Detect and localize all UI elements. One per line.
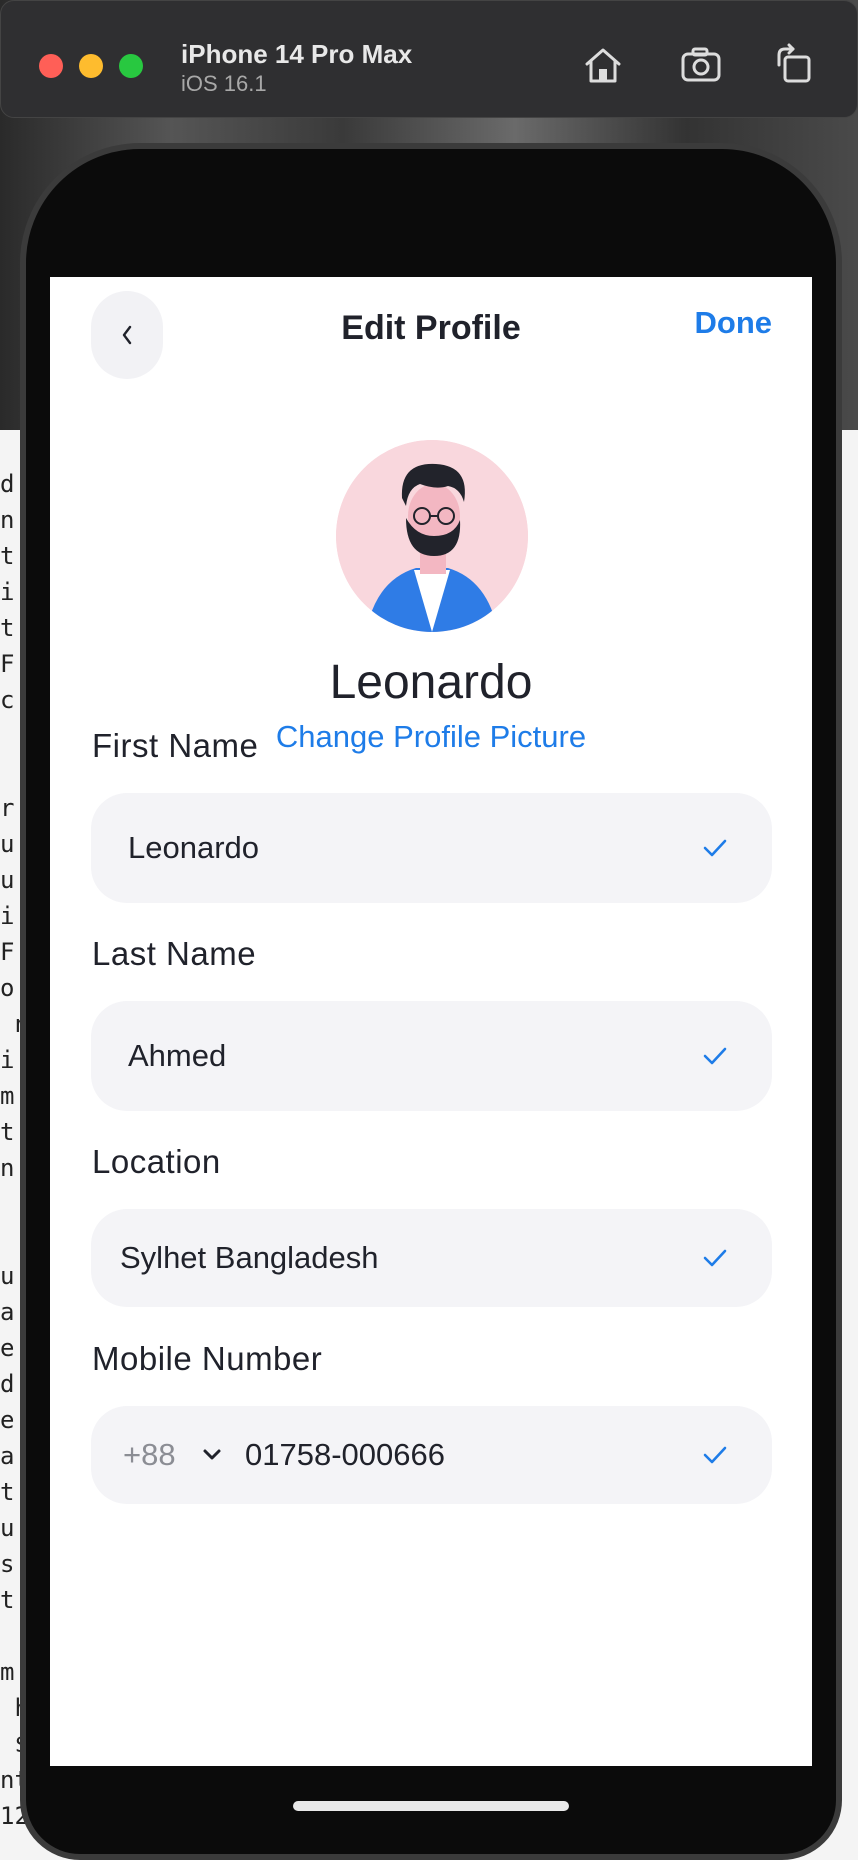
last-name-label: Last Name xyxy=(92,935,257,972)
device-name: iPhone 14 Pro Max xyxy=(181,39,413,69)
terminal-line: a xyxy=(0,1442,15,1470)
home-indicator xyxy=(293,1801,569,1811)
location-value: Sylhet Bangladesh xyxy=(120,1240,379,1275)
country-code-select[interactable]: +88 xyxy=(123,1437,176,1473)
mobile-number-label: Mobile Number xyxy=(92,1340,323,1377)
first-name-label: First Name xyxy=(92,727,259,764)
edit-profile-screen: Edit Profile Done Leonardo Change Profil… xyxy=(50,277,812,1766)
check-icon xyxy=(703,1047,727,1065)
minimize-window-button[interactable] xyxy=(79,54,103,78)
terminal-line: t xyxy=(0,1478,15,1506)
zoom-window-button[interactable] xyxy=(119,54,143,78)
terminal-line: u xyxy=(0,1262,15,1290)
chevron-down-icon[interactable] xyxy=(201,1448,223,1462)
terminal-line: s xyxy=(0,1550,15,1578)
check-icon xyxy=(703,839,727,857)
mobile-number-value: 01758-000666 xyxy=(245,1437,445,1472)
terminal-line: t xyxy=(0,542,15,570)
home-icon[interactable] xyxy=(581,43,625,87)
terminal-line: F xyxy=(0,650,15,678)
terminal-line: n xyxy=(0,1154,15,1182)
terminal-line: n xyxy=(0,506,15,534)
terminal-line: o xyxy=(0,974,15,1002)
terminal-line: i xyxy=(0,578,15,606)
terminal-line: t xyxy=(0,1586,15,1614)
terminal-line: i xyxy=(0,1046,15,1074)
rotate-icon[interactable] xyxy=(771,43,815,87)
last-name-field[interactable]: Ahmed xyxy=(91,1001,772,1111)
first-name-value: Leonardo xyxy=(128,830,260,865)
os-version: iOS 16.1 xyxy=(181,71,267,96)
terminal-line: m xyxy=(0,1082,15,1110)
close-window-button[interactable] xyxy=(39,54,63,78)
check-icon xyxy=(703,1446,727,1464)
terminal-line: i xyxy=(0,902,15,930)
first-name-field[interactable]: Leonardo xyxy=(91,793,772,903)
mobile-number-field[interactable]: +88 01758-000666 xyxy=(91,1406,772,1504)
terminal-line: c xyxy=(0,686,15,714)
avatar-illustration xyxy=(336,440,528,632)
terminal-line: F xyxy=(0,938,15,966)
screenshot-icon[interactable] xyxy=(679,43,723,87)
terminal-line: u xyxy=(0,866,15,894)
terminal-line: e xyxy=(0,1334,15,1362)
terminal-line: t xyxy=(0,1118,15,1146)
terminal-line: a xyxy=(0,1298,15,1326)
profile-name: Leonardo xyxy=(329,656,533,709)
terminal-line: e xyxy=(0,1406,15,1434)
location-field[interactable]: Sylhet Bangladesh xyxy=(91,1209,772,1307)
last-name-value: Ahmed xyxy=(128,1038,227,1073)
terminal-line: u xyxy=(0,830,15,858)
terminal-line: d xyxy=(0,1370,15,1398)
terminal-line: d xyxy=(0,470,15,498)
terminal-line: u xyxy=(0,1514,15,1542)
terminal-line: t xyxy=(0,614,15,642)
location-label: Location xyxy=(92,1143,221,1180)
terminal-line: m xyxy=(0,1658,15,1686)
check-icon xyxy=(703,1249,727,1267)
simulator-toolbar: iPhone 14 Pro Max iOS 16.1 xyxy=(0,0,858,118)
done-button[interactable]: Done xyxy=(695,305,773,341)
avatar[interactable] xyxy=(336,440,528,632)
terminal-line: r xyxy=(0,794,15,822)
